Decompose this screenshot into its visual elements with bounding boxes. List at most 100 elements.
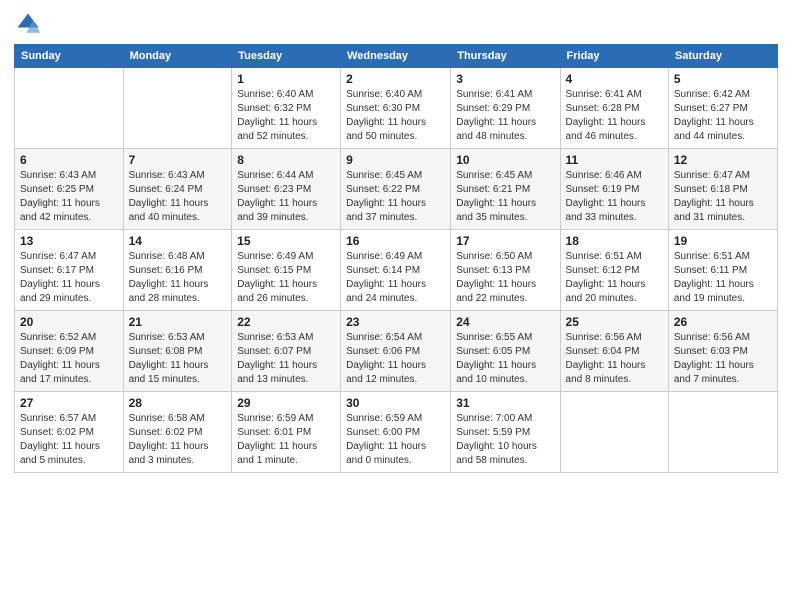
calendar-cell: 27 Sunrise: 6:57 AMSunset: 6:02 PMDayligh…	[15, 392, 124, 473]
day-number: 8	[237, 153, 335, 167]
day-detail: Sunrise: 6:57 AMSunset: 6:02 PMDaylight:…	[20, 412, 118, 468]
calendar-cell: 9Sunrise: 6:45 AMSunset: 6:22 PMDaylight…	[341, 149, 451, 230]
weekday-header-monday: Monday	[123, 45, 232, 68]
day-number: 25	[566, 315, 663, 329]
day-detail: Sunrise: 6:41 AMSunset: 6:28 PMDaylight:…	[566, 88, 663, 144]
day-number: 22	[237, 315, 335, 329]
calendar-cell: 1 Sunrise: 6:40 AMSunset: 6:32 PMDaylight…	[232, 68, 341, 149]
day-detail: Sunrise: 6:45 AMSunset: 6:21 PMDaylight:…	[456, 169, 554, 225]
day-detail: Sunrise: 6:54 AMSunset: 6:06 PMDaylight:…	[346, 331, 445, 387]
day-detail: Sunrise: 6:40 AMSunset: 6:30 PMDaylight:…	[346, 88, 445, 144]
calendar-cell: 6 Sunrise: 6:43 AMSunset: 6:25 PMDaylight…	[15, 149, 124, 230]
calendar-cell: 19Sunrise: 6:51 AMSunset: 6:11 PMDayligh…	[668, 230, 777, 311]
calendar-cell: 16Sunrise: 6:49 AMSunset: 6:14 PMDayligh…	[341, 230, 451, 311]
day-detail: Sunrise: 6:53 AMSunset: 6:07 PMDaylight:…	[237, 331, 335, 387]
day-number: 11	[566, 153, 663, 167]
calendar-cell	[668, 392, 777, 473]
weekday-header-sunday: Sunday	[15, 45, 124, 68]
day-number: 5	[674, 72, 772, 86]
calendar-cell: 22 Sunrise: 6:53 AMSunset: 6:07 PMDayligh…	[232, 311, 341, 392]
calendar-header-row: SundayMondayTuesdayWednesdayThursdayFrid…	[15, 45, 778, 68]
day-detail: Sunrise: 6:56 AMSunset: 6:04 PMDaylight:…	[566, 331, 663, 387]
calendar-week-row: 20Sunrise: 6:52 AMSunset: 6:09 PMDayligh…	[15, 311, 778, 392]
day-number: 24	[456, 315, 554, 329]
logo-icon	[14, 10, 42, 38]
calendar-cell: 28 Sunrise: 6:58 AMSunset: 6:02 PMDayligh…	[123, 392, 232, 473]
calendar-cell: 14 Sunrise: 6:48 AMSunset: 6:16 PMDayligh…	[123, 230, 232, 311]
calendar-cell: 11 Sunrise: 6:46 AMSunset: 6:19 PMDayligh…	[560, 149, 668, 230]
day-number: 2	[346, 72, 445, 86]
weekday-header-saturday: Saturday	[668, 45, 777, 68]
day-detail: Sunrise: 6:43 AMSunset: 6:25 PMDaylight:…	[20, 169, 118, 225]
calendar-cell: 8 Sunrise: 6:44 AMSunset: 6:23 PMDaylight…	[232, 149, 341, 230]
weekday-header-wednesday: Wednesday	[341, 45, 451, 68]
day-number: 12	[674, 153, 772, 167]
calendar-cell: 7 Sunrise: 6:43 AMSunset: 6:24 PMDaylight…	[123, 149, 232, 230]
day-number: 3	[456, 72, 554, 86]
day-number: 20	[20, 315, 118, 329]
day-detail: Sunrise: 6:45 AMSunset: 6:22 PMDaylight:…	[346, 169, 445, 225]
day-number: 16	[346, 234, 445, 248]
day-number: 17	[456, 234, 554, 248]
day-detail: Sunrise: 6:51 AMSunset: 6:12 PMDaylight:…	[566, 250, 663, 306]
day-detail: Sunrise: 6:55 AMSunset: 6:05 PMDaylight:…	[456, 331, 554, 387]
day-detail: Sunrise: 6:59 AMSunset: 6:01 PMDaylight:…	[237, 412, 335, 468]
calendar-cell: 2 Sunrise: 6:40 AMSunset: 6:30 PMDaylight…	[341, 68, 451, 149]
day-number: 27	[20, 396, 118, 410]
day-number: 21	[129, 315, 227, 329]
calendar-cell: 10 Sunrise: 6:45 AMSunset: 6:21 PMDayligh…	[451, 149, 560, 230]
day-detail: Sunrise: 6:42 AMSunset: 6:27 PMDaylight:…	[674, 88, 772, 144]
day-number: 14	[129, 234, 227, 248]
page: SundayMondayTuesdayWednesdayThursdayFrid…	[0, 0, 792, 612]
calendar-cell: 12 Sunrise: 6:47 AMSunset: 6:18 PMDayligh…	[668, 149, 777, 230]
day-number: 28	[129, 396, 227, 410]
day-number: 23	[346, 315, 445, 329]
calendar-cell: 20Sunrise: 6:52 AMSunset: 6:09 PMDayligh…	[15, 311, 124, 392]
day-detail: Sunrise: 6:59 AMSunset: 6:00 PMDaylight:…	[346, 412, 445, 468]
day-number: 15	[237, 234, 335, 248]
day-detail: Sunrise: 6:48 AMSunset: 6:16 PMDaylight:…	[129, 250, 227, 306]
day-detail: Sunrise: 6:43 AMSunset: 6:24 PMDaylight:…	[129, 169, 227, 225]
calendar-cell: 13 Sunrise: 6:47 AMSunset: 6:17 PMDayligh…	[15, 230, 124, 311]
calendar-cell	[15, 68, 124, 149]
day-number: 10	[456, 153, 554, 167]
calendar-cell: 26Sunrise: 6:56 AMSunset: 6:03 PMDayligh…	[668, 311, 777, 392]
calendar-cell	[560, 392, 668, 473]
calendar-cell: 23 Sunrise: 6:54 AMSunset: 6:06 PMDayligh…	[341, 311, 451, 392]
day-number: 13	[20, 234, 118, 248]
day-detail: Sunrise: 6:56 AMSunset: 6:03 PMDaylight:…	[674, 331, 772, 387]
day-number: 6	[20, 153, 118, 167]
day-number: 1	[237, 72, 335, 86]
calendar-cell: 15Sunrise: 6:49 AMSunset: 6:15 PMDayligh…	[232, 230, 341, 311]
weekday-header-friday: Friday	[560, 45, 668, 68]
day-detail: Sunrise: 6:58 AMSunset: 6:02 PMDaylight:…	[129, 412, 227, 468]
day-number: 4	[566, 72, 663, 86]
calendar-week-row: 27 Sunrise: 6:57 AMSunset: 6:02 PMDayligh…	[15, 392, 778, 473]
day-detail: Sunrise: 6:47 AMSunset: 6:17 PMDaylight:…	[20, 250, 118, 306]
day-detail: Sunrise: 6:40 AMSunset: 6:32 PMDaylight:…	[237, 88, 335, 144]
calendar-cell: 31Sunrise: 7:00 AMSunset: 5:59 PMDayligh…	[451, 392, 560, 473]
calendar-cell: 5 Sunrise: 6:42 AMSunset: 6:27 PMDaylight…	[668, 68, 777, 149]
day-number: 29	[237, 396, 335, 410]
calendar-cell: 25 Sunrise: 6:56 AMSunset: 6:04 PMDayligh…	[560, 311, 668, 392]
calendar-cell: 30Sunrise: 6:59 AMSunset: 6:00 PMDayligh…	[341, 392, 451, 473]
day-number: 7	[129, 153, 227, 167]
day-detail: Sunrise: 6:47 AMSunset: 6:18 PMDaylight:…	[674, 169, 772, 225]
calendar-cell: 21 Sunrise: 6:53 AMSunset: 6:08 PMDayligh…	[123, 311, 232, 392]
day-detail: Sunrise: 6:44 AMSunset: 6:23 PMDaylight:…	[237, 169, 335, 225]
day-detail: Sunrise: 6:51 AMSunset: 6:11 PMDaylight:…	[674, 250, 772, 306]
calendar-cell: 24 Sunrise: 6:55 AMSunset: 6:05 PMDayligh…	[451, 311, 560, 392]
day-number: 18	[566, 234, 663, 248]
calendar-week-row: 13 Sunrise: 6:47 AMSunset: 6:17 PMDayligh…	[15, 230, 778, 311]
calendar-week-row: 1 Sunrise: 6:40 AMSunset: 6:32 PMDaylight…	[15, 68, 778, 149]
calendar-cell: 18 Sunrise: 6:51 AMSunset: 6:12 PMDayligh…	[560, 230, 668, 311]
calendar-cell: 4 Sunrise: 6:41 AMSunset: 6:28 PMDaylight…	[560, 68, 668, 149]
weekday-header-thursday: Thursday	[451, 45, 560, 68]
logo	[14, 10, 46, 38]
day-detail: Sunrise: 6:46 AMSunset: 6:19 PMDaylight:…	[566, 169, 663, 225]
calendar-cell: 17 Sunrise: 6:50 AMSunset: 6:13 PMDayligh…	[451, 230, 560, 311]
weekday-header-tuesday: Tuesday	[232, 45, 341, 68]
day-number: 31	[456, 396, 554, 410]
day-detail: Sunrise: 6:50 AMSunset: 6:13 PMDaylight:…	[456, 250, 554, 306]
day-detail: Sunrise: 6:53 AMSunset: 6:08 PMDaylight:…	[129, 331, 227, 387]
